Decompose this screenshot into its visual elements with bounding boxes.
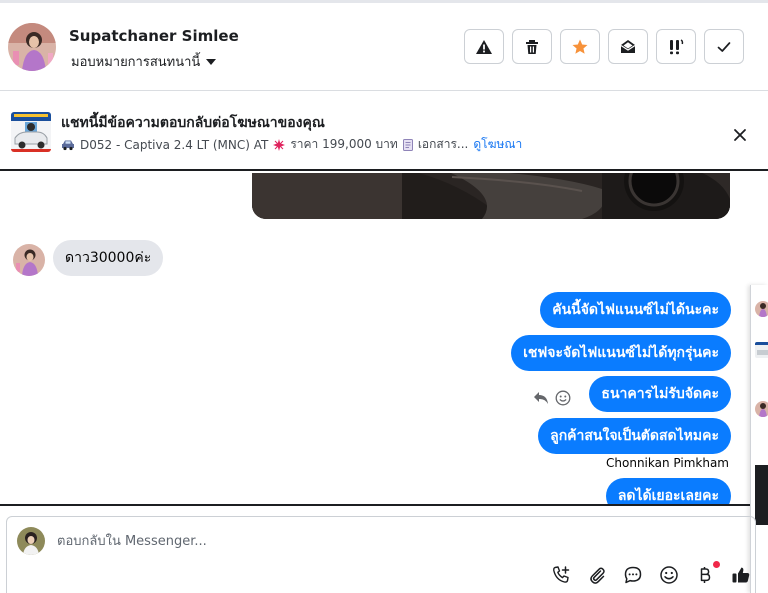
car-interior-photo[interactable]	[252, 173, 730, 219]
agent-avatar	[17, 527, 45, 555]
ad-reply-banner: แชทนี้มีข้อความตอบกลับต่อโฆษณาของคุณ D05…	[0, 92, 768, 171]
incoming-message[interactable]: ดาว30000ค่ะ	[53, 240, 164, 276]
document-icon	[402, 138, 413, 151]
baht-icon	[700, 567, 711, 583]
warning-icon	[476, 39, 492, 54]
car-icon	[62, 140, 74, 150]
ad-documents: เอกสาร...	[417, 137, 469, 151]
thread-divider	[0, 504, 768, 506]
ad-thumbnail[interactable]	[11, 112, 51, 152]
assign-conversation-dropdown[interactable]: มอบหมายการสนทนานี้	[71, 51, 217, 72]
contact-avatar[interactable]	[8, 23, 56, 71]
message-thread[interactable]: ดาว30000ค่ะ คันนี้จัดไฟแนนซ์ไม่ได้นะคะ เ…	[0, 173, 768, 504]
close-icon	[734, 129, 746, 141]
notification-dot	[713, 561, 720, 568]
star-icon	[572, 39, 588, 54]
priority-icon	[670, 38, 684, 54]
ad-price: ราคา 199,000 บาท	[290, 137, 398, 151]
payment-button[interactable]	[695, 561, 720, 585]
caret-down-icon	[206, 58, 217, 65]
message-hover-actions	[533, 390, 571, 406]
chat-bubble-icon	[624, 566, 642, 584]
emoji-button[interactable]	[659, 565, 679, 585]
star-button[interactable]	[560, 29, 600, 64]
message-input[interactable]	[57, 529, 617, 553]
outgoing-message[interactable]: ธนาคารไม่รับจัดคะ	[589, 376, 731, 412]
banner-title: แชทนี้มีข้อความตอบกลับต่อโฆษณาของคุณ	[61, 115, 325, 131]
mark-done-button[interactable]	[704, 29, 744, 64]
reply-icon[interactable]	[533, 391, 549, 405]
contact-name[interactable]: Supatchaner Simlee	[69, 27, 239, 45]
outgoing-message[interactable]: ลูกค้าสนใจเป็นตัดสดไหมคะ	[538, 418, 731, 454]
conversation-header: Supatchaner Simlee มอบหมายการสนทนานี้	[0, 3, 768, 91]
saved-replies-button[interactable]	[623, 565, 643, 585]
conversation-actions	[464, 29, 744, 64]
ad-product-name: D052 - Captiva 2.4 LT (MNC) AT	[80, 137, 269, 152]
open-envelope-icon	[620, 39, 636, 53]
attach-button[interactable]	[587, 565, 607, 585]
trash-icon	[526, 39, 538, 54]
delete-button[interactable]	[512, 29, 552, 64]
side-avatar	[755, 301, 768, 317]
assign-label: มอบหมายการสนทนานี้	[71, 55, 201, 70]
outgoing-message[interactable]: ลดได้เยอะเลยคะ	[605, 478, 731, 504]
contact-avatar-small[interactable]	[13, 244, 45, 276]
reply-composer	[6, 516, 756, 593]
emoji-icon	[660, 566, 678, 584]
call-add-icon	[553, 566, 570, 583]
report-button[interactable]	[464, 29, 504, 64]
thumbs-up-icon	[732, 567, 750, 583]
outgoing-message[interactable]: เชฟจะจัดไฟแนนซ์ไม่ได้ทุกรุ่นคะ	[511, 335, 731, 371]
side-dark-block	[755, 465, 768, 525]
call-add-button[interactable]	[551, 565, 571, 585]
outgoing-message[interactable]: คันนี้จัดไฟแนนซ์ไม่ได้นะคะ	[540, 292, 731, 328]
check-icon	[717, 41, 731, 52]
side-ad-thumb	[755, 342, 768, 358]
sparkle-icon	[273, 138, 286, 151]
close-banner-button[interactable]	[730, 125, 750, 145]
like-button[interactable]	[731, 565, 751, 585]
view-ad-link[interactable]: ดูโฆษณา	[473, 135, 522, 154]
paperclip-icon	[590, 567, 605, 584]
react-emoji-icon[interactable]	[555, 390, 571, 406]
ad-details: D052 - Captiva 2.4 LT (MNC) AT ราคา 199,…	[61, 135, 522, 154]
side-avatar	[755, 401, 768, 417]
sender-name: Chonnikan Pimkham	[606, 456, 729, 470]
priority-button[interactable]	[656, 29, 696, 64]
mark-unread-button[interactable]	[608, 29, 648, 64]
composer-tools	[551, 561, 751, 585]
